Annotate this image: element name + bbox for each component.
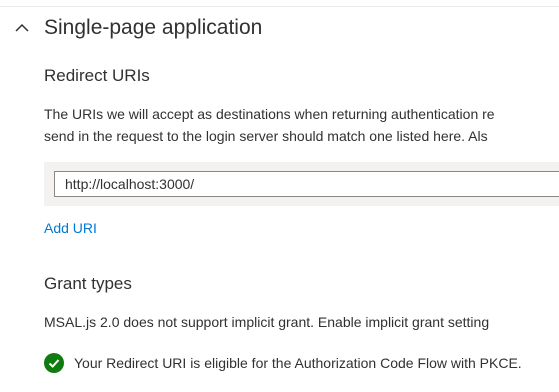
section-header[interactable]: Single-page application xyxy=(14,14,262,42)
redirect-uris-description-line2: send in the request to the login server … xyxy=(44,128,488,144)
grant-types-heading: Grant types xyxy=(44,274,132,293)
divider xyxy=(0,6,559,7)
section-title: Single-page application xyxy=(44,16,263,39)
redirect-uri-row: http://localhost:3000/ xyxy=(44,162,559,206)
app-registration-panel: Single-page application Redirect URIs Th… xyxy=(0,0,559,392)
status-text: Your Redirect URI is eligible for the Au… xyxy=(74,355,522,371)
chevron-up-icon[interactable] xyxy=(14,20,30,36)
redirect-uri-input[interactable]: http://localhost:3000/ xyxy=(54,171,559,197)
redirect-uris-description-line1: The URIs we will accept as destinations … xyxy=(44,106,495,122)
grant-types-description: MSAL.js 2.0 does not support implicit gr… xyxy=(44,314,490,330)
check-circle-icon xyxy=(44,353,64,373)
pkce-eligibility-status: Your Redirect URI is eligible for the Au… xyxy=(44,352,522,374)
add-uri-link[interactable]: Add URI xyxy=(44,217,97,239)
redirect-uris-heading: Redirect URIs xyxy=(44,66,150,85)
